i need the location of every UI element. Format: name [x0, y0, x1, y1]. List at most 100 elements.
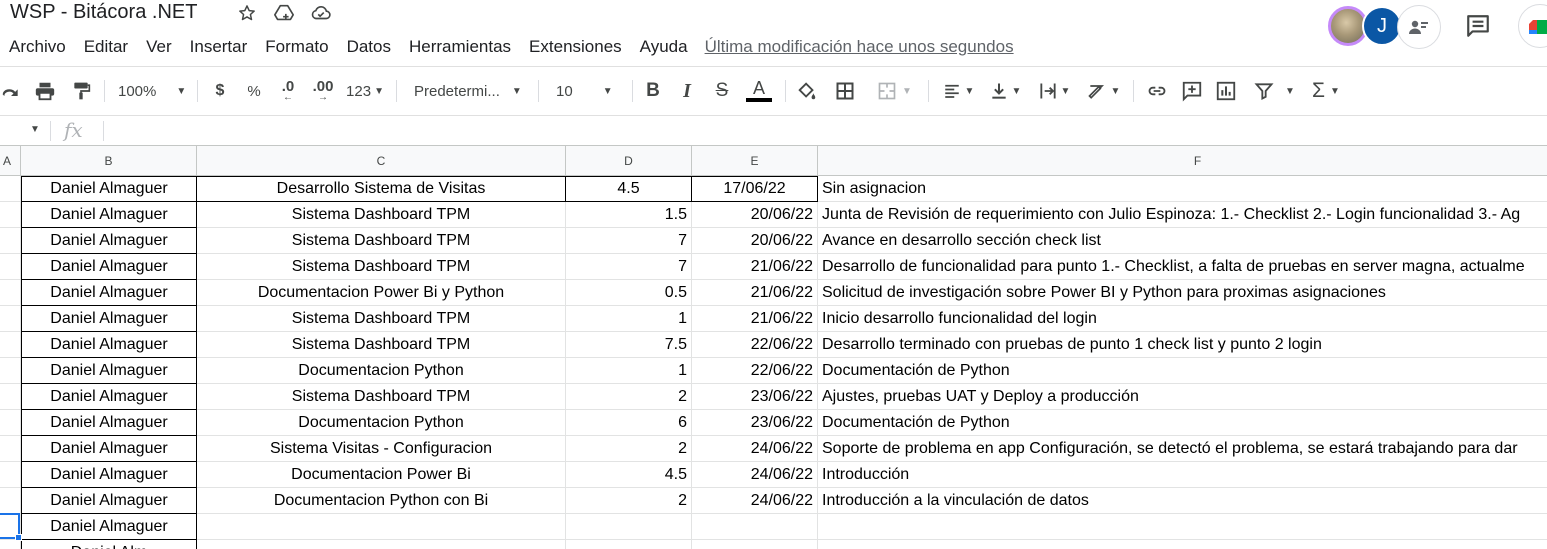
- horizontal-align-icon[interactable]: ▼: [938, 72, 978, 110]
- cell-a[interactable]: [0, 280, 21, 306]
- cell-hours[interactable]: 1.5: [566, 202, 692, 228]
- cell-hours[interactable]: 1: [566, 358, 692, 384]
- cell-date[interactable]: [692, 514, 818, 540]
- merge-cells-icon[interactable]: ▼: [870, 72, 918, 110]
- cell-a[interactable]: [0, 540, 21, 549]
- cell-project[interactable]: Documentacion Power Bi: [197, 462, 566, 488]
- menu-ayuda[interactable]: Ayuda: [631, 37, 697, 57]
- insert-chart-icon[interactable]: [1214, 72, 1238, 110]
- cell-a[interactable]: [0, 228, 21, 254]
- fill-handle[interactable]: [15, 534, 22, 541]
- cell-name[interactable]: Daniel Almaguer: [21, 488, 197, 514]
- percent-format-button[interactable]: %: [244, 72, 264, 110]
- cell-description[interactable]: Introducción a la vinculación de datos: [818, 488, 1547, 514]
- cell-name[interactable]: Daniel Almaguer: [21, 280, 197, 306]
- cell-name[interactable]: Daniel Almaguer: [21, 514, 197, 540]
- cell-description[interactable]: [818, 514, 1547, 540]
- menu-insertar[interactable]: Insertar: [181, 37, 257, 57]
- increase-decimals-button[interactable]: .00 →: [309, 72, 337, 110]
- cell-project[interactable]: Sistema Visitas - Configuracion: [197, 436, 566, 462]
- cell-a[interactable]: [0, 384, 21, 410]
- move-to-drive-icon[interactable]: [273, 2, 295, 24]
- cell-description[interactable]: [818, 540, 1547, 549]
- font-family-select[interactable]: Predetermi... ▼: [414, 72, 528, 110]
- cell-hours[interactable]: 1: [566, 306, 692, 332]
- decrease-decimals-button[interactable]: .0 ←: [276, 72, 300, 110]
- text-color-icon[interactable]: A: [745, 72, 773, 110]
- vertical-align-icon[interactable]: ▼: [985, 72, 1025, 110]
- cell-project[interactable]: Sistema Dashboard TPM: [197, 254, 566, 280]
- menu-archivo[interactable]: Archivo: [0, 37, 75, 57]
- cell-project[interactable]: Documentacion Python: [197, 358, 566, 384]
- cell-date[interactable]: 21/06/22: [692, 280, 818, 306]
- cell-a[interactable]: [0, 254, 21, 280]
- cell-project[interactable]: [197, 540, 566, 549]
- star-icon[interactable]: [236, 2, 258, 24]
- menu-editar[interactable]: Editar: [75, 37, 137, 57]
- cell-a[interactable]: [0, 332, 21, 358]
- cell-name[interactable]: Daniel Almaguer: [21, 202, 197, 228]
- cell-a[interactable]: [0, 436, 21, 462]
- insert-comment-icon[interactable]: [1180, 72, 1204, 110]
- cell-description[interactable]: Desarrollo terminado con pruebas de punt…: [818, 332, 1547, 358]
- spreadsheet-grid[interactable]: A B C D E F Daniel Almaguer Desarrollo Si…: [0, 145, 1547, 549]
- cell-project[interactable]: Sistema Dashboard TPM: [197, 228, 566, 254]
- cell-hours[interactable]: [566, 540, 692, 549]
- cell-date[interactable]: 24/06/22: [692, 436, 818, 462]
- cell-date[interactable]: 21/06/22: [692, 254, 818, 280]
- column-header-b[interactable]: B: [21, 146, 197, 176]
- cell-date[interactable]: 20/06/22: [692, 202, 818, 228]
- cell-date[interactable]: 20/06/22: [692, 228, 818, 254]
- cell-hours[interactable]: 2: [566, 384, 692, 410]
- cloud-saved-icon[interactable]: [310, 2, 332, 24]
- cell-a[interactable]: [0, 306, 21, 332]
- cell-name[interactable]: Daniel Almaguer: [21, 384, 197, 410]
- text-rotation-icon[interactable]: ▼: [1082, 72, 1124, 110]
- menu-ver[interactable]: Ver: [137, 37, 181, 57]
- cell-hours[interactable]: 7: [566, 254, 692, 280]
- document-title[interactable]: WSP - Bitácora .NET: [10, 1, 197, 24]
- cell-name[interactable]: Daniel Almaguer: [21, 462, 197, 488]
- formula-input[interactable]: [110, 116, 1540, 146]
- cell-a[interactable]: [0, 410, 21, 436]
- cell-description[interactable]: Ajustes, pruebas UAT y Deploy a producci…: [818, 384, 1547, 410]
- cell-name[interactable]: Daniel Almaguer: [21, 176, 197, 202]
- paint-format-icon[interactable]: [70, 72, 92, 110]
- last-modified-link[interactable]: Última modificación hace unos segundos: [705, 37, 1014, 57]
- print-icon[interactable]: [33, 72, 57, 110]
- cell-project[interactable]: Desarrollo Sistema de Visitas: [197, 176, 566, 202]
- cell-a[interactable]: [0, 176, 21, 202]
- menu-herramientas[interactable]: Herramientas: [400, 37, 520, 57]
- zoom-select[interactable]: 100% ▼: [118, 72, 190, 110]
- meet-icon[interactable]: [1518, 4, 1547, 48]
- column-header-f[interactable]: F: [818, 146, 1547, 176]
- cell-description[interactable]: Desarrollo de funcionalidad para punto 1…: [818, 254, 1547, 280]
- cell-hours[interactable]: 0.5: [566, 280, 692, 306]
- cell-name[interactable]: Daniel Almaguer: [21, 332, 197, 358]
- cell-name[interactable]: Daniel Almaguer: [21, 228, 197, 254]
- cell-a[interactable]: [0, 358, 21, 384]
- cell-project[interactable]: Documentacion Python: [197, 410, 566, 436]
- cell-date[interactable]: 24/06/22: [692, 488, 818, 514]
- cell-date[interactable]: 22/06/22: [692, 358, 818, 384]
- cell-project[interactable]: Sistema Dashboard TPM: [197, 332, 566, 358]
- cell-name[interactable]: Daniel Almaguer: [21, 358, 197, 384]
- cell-description[interactable]: Documentación de Python: [818, 358, 1547, 384]
- font-size-select[interactable]: 10 ▼: [556, 72, 622, 110]
- cell-a[interactable]: [0, 202, 21, 228]
- cell-hours[interactable]: 4.5: [566, 176, 692, 202]
- cell-name[interactable]: Daniel Alm: [21, 540, 197, 549]
- cell-a[interactable]: [0, 462, 21, 488]
- cell-hours[interactable]: 2: [566, 488, 692, 514]
- text-wrapping-icon[interactable]: ▼: [1034, 72, 1074, 110]
- cell-project[interactable]: Documentacion Power Bi y Python: [197, 280, 566, 306]
- cell-name[interactable]: Daniel Almaguer: [21, 306, 197, 332]
- cell-date[interactable]: [692, 540, 818, 549]
- cell-name[interactable]: Daniel Almaguer: [21, 436, 197, 462]
- fill-color-icon[interactable]: [795, 72, 819, 110]
- menu-extensiones[interactable]: Extensiones: [520, 37, 631, 57]
- cell-project[interactable]: Sistema Dashboard TPM: [197, 306, 566, 332]
- filter-icon[interactable]: [1252, 72, 1276, 110]
- cell-date[interactable]: 23/06/22: [692, 410, 818, 436]
- number-format-select[interactable]: 123 ▼: [344, 72, 386, 110]
